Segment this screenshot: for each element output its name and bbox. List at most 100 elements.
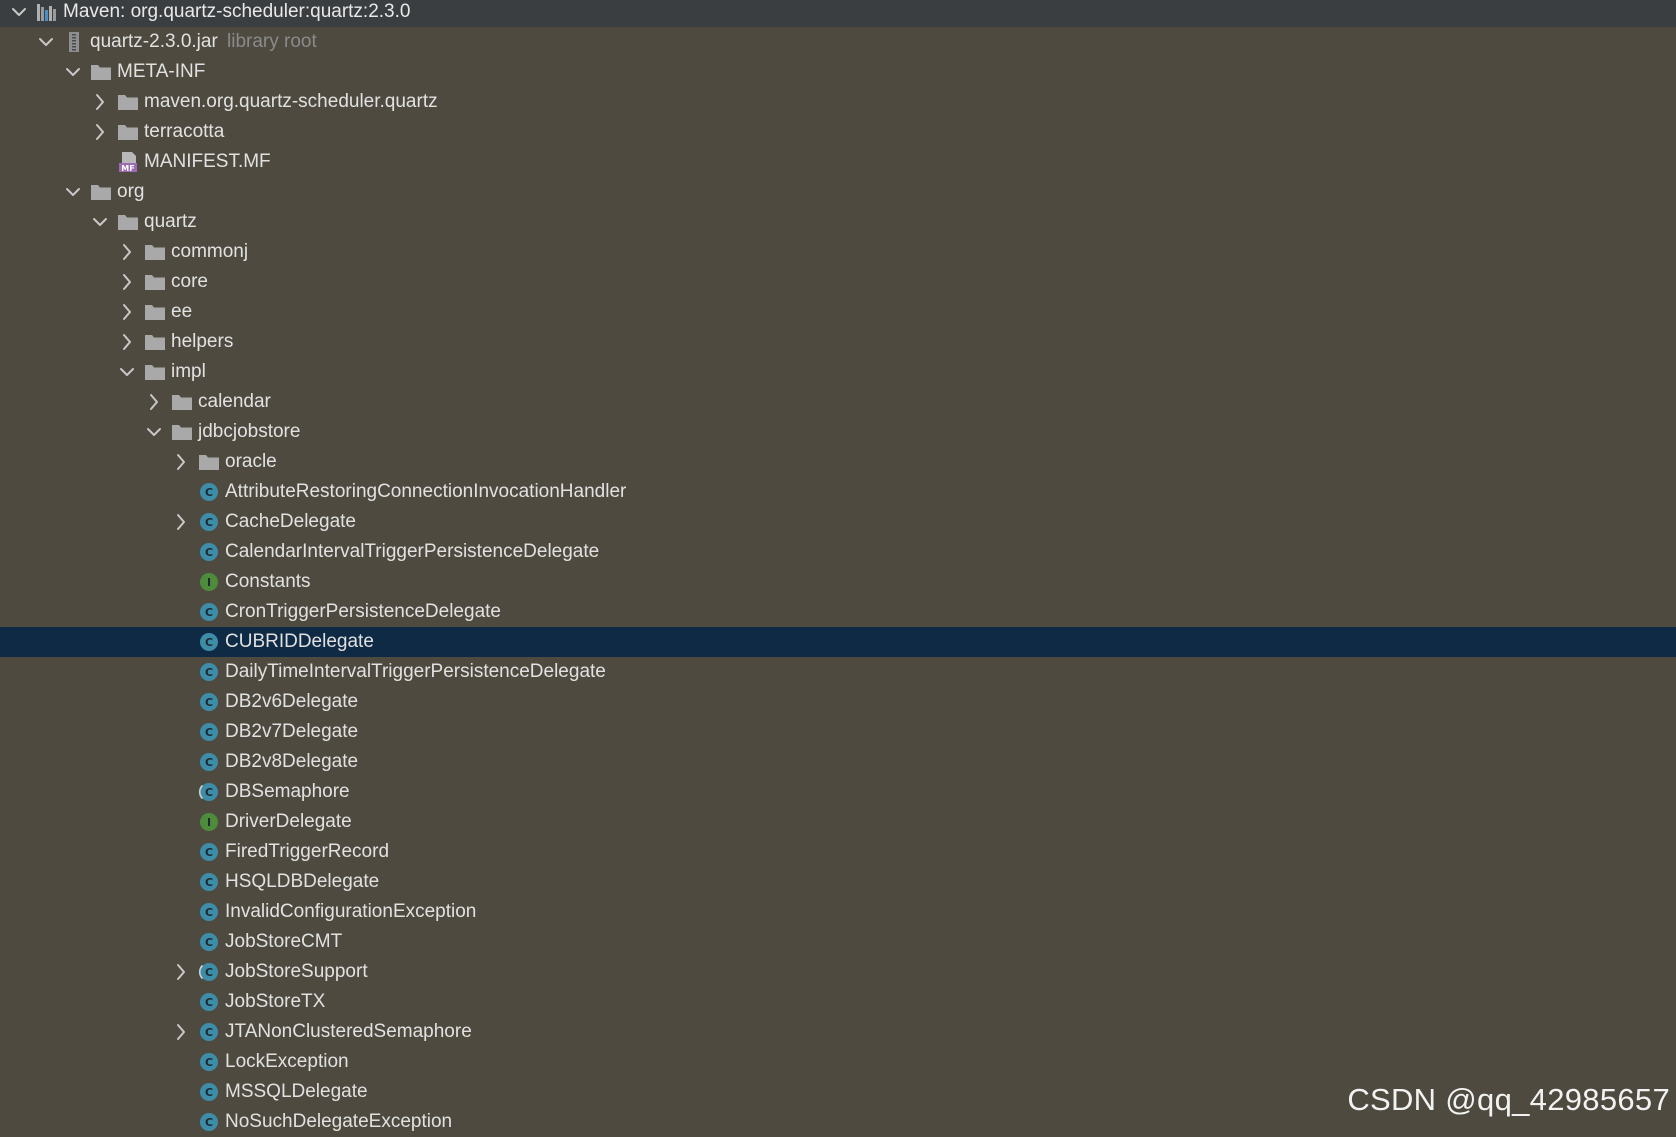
tree-node-label: DB2v6Delegate bbox=[225, 691, 359, 712]
class-icon: C bbox=[198, 841, 220, 863]
tree-node[interactable]: C FiredTriggerRecord bbox=[0, 837, 1676, 867]
class-icon: C bbox=[198, 931, 220, 953]
folder-icon bbox=[144, 361, 166, 383]
chevron-down-icon[interactable] bbox=[143, 417, 165, 447]
svg-text:C: C bbox=[205, 636, 213, 649]
interface-icon: I bbox=[198, 571, 220, 593]
tree-node[interactable]: META-INF bbox=[0, 57, 1676, 87]
svg-text:C: C bbox=[205, 516, 213, 529]
chevron-right-icon[interactable] bbox=[116, 237, 138, 267]
tree-node-label: oracle bbox=[225, 451, 277, 472]
chevron-down-icon[interactable] bbox=[89, 207, 111, 237]
tree-node[interactable]: quartz bbox=[0, 207, 1676, 237]
svg-text:C: C bbox=[205, 876, 213, 889]
tree-node[interactable]: impl bbox=[0, 357, 1676, 387]
tree-node[interactable]: C JTANonClusteredSemaphore bbox=[0, 1017, 1676, 1047]
tree-node-label: CronTriggerPersistenceDelegate bbox=[225, 601, 501, 622]
chevron-right-icon[interactable] bbox=[170, 507, 192, 537]
svg-text:I: I bbox=[207, 816, 211, 829]
tree-node-selected[interactable]: C CUBRIDDelegate bbox=[0, 627, 1676, 657]
tree-node[interactable]: helpers bbox=[0, 327, 1676, 357]
tree-node-label: MANIFEST.MF bbox=[144, 151, 271, 172]
tree-node-label: InvalidConfigurationException bbox=[225, 901, 477, 922]
tree-node[interactable]: C DB2v8Delegate bbox=[0, 747, 1676, 777]
chevron-right-icon[interactable] bbox=[116, 297, 138, 327]
tree-node[interactable]: terracotta bbox=[0, 117, 1676, 147]
tree-node-label: JTANonClusteredSemaphore bbox=[225, 1021, 472, 1042]
chevron-down-icon[interactable] bbox=[62, 57, 84, 87]
tree-node[interactable]: C DBSemaphore bbox=[0, 777, 1676, 807]
chevron-down-icon[interactable] bbox=[62, 177, 84, 207]
manifest-file-icon: MF bbox=[117, 151, 139, 173]
chevron-right-icon[interactable] bbox=[170, 1017, 192, 1047]
tree-node[interactable]: C HSQLDBDelegate bbox=[0, 867, 1676, 897]
tree-node-label: DriverDelegate bbox=[225, 811, 352, 832]
tree-node-label: JobStoreSupport bbox=[225, 961, 368, 982]
tree-node-label: DB2v7Delegate bbox=[225, 721, 359, 742]
tree-node[interactable]: MF MANIFEST.MF bbox=[0, 147, 1676, 177]
svg-text:C: C bbox=[205, 846, 213, 859]
chevron-right-icon[interactable] bbox=[116, 327, 138, 357]
tree-node[interactable]: commonj bbox=[0, 237, 1676, 267]
chevron-right-icon[interactable] bbox=[170, 447, 192, 477]
tree-node[interactable]: maven.org.quartz-scheduler.quartz bbox=[0, 87, 1676, 117]
class-icon: C bbox=[198, 1021, 220, 1043]
tree-node-label: JobStoreTX bbox=[225, 991, 326, 1012]
tree-node[interactable]: jdbcjobstore bbox=[0, 417, 1676, 447]
tree-node-label: META-INF bbox=[117, 61, 206, 82]
svg-text:C: C bbox=[205, 756, 213, 769]
chevron-right-icon[interactable] bbox=[89, 87, 111, 117]
folder-icon bbox=[117, 91, 139, 113]
tree-node[interactable]: oracle bbox=[0, 447, 1676, 477]
svg-text:C: C bbox=[205, 546, 213, 559]
tree-node[interactable]: C JobStoreCMT bbox=[0, 927, 1676, 957]
tree-node[interactable]: org bbox=[0, 177, 1676, 207]
tree-node-label: terracotta bbox=[144, 121, 225, 142]
tree-node[interactable]: ee bbox=[0, 297, 1676, 327]
svg-text:C: C bbox=[205, 666, 213, 679]
class-icon: C bbox=[198, 901, 220, 923]
chevron-down-icon[interactable] bbox=[35, 27, 57, 57]
tree-node[interactable]: calendar bbox=[0, 387, 1676, 417]
class-icon: C bbox=[198, 1051, 220, 1073]
tree-node[interactable]: C JobStoreTX bbox=[0, 987, 1676, 1017]
chevron-right-icon[interactable] bbox=[116, 267, 138, 297]
tree-node[interactable]: C CacheDelegate bbox=[0, 507, 1676, 537]
svg-text:I: I bbox=[207, 576, 211, 589]
class-icon: C bbox=[198, 631, 220, 653]
tree-node[interactable]: core bbox=[0, 267, 1676, 297]
tree-node[interactable]: C CronTriggerPersistenceDelegate bbox=[0, 597, 1676, 627]
tree-node[interactable]: C DB2v7Delegate bbox=[0, 717, 1676, 747]
folder-icon bbox=[117, 211, 139, 233]
tree-node[interactable]: I Constants bbox=[0, 567, 1676, 597]
tree-node[interactable]: C CalendarIntervalTriggerPersistenceDeleg… bbox=[0, 537, 1676, 567]
chevron-down-icon[interactable] bbox=[116, 357, 138, 387]
tree-node[interactable]: C InvalidConfigurationException bbox=[0, 897, 1676, 927]
tree-node-label: commonj bbox=[171, 241, 249, 262]
tree-node[interactable]: quartz-2.3.0.jar library root bbox=[0, 27, 1676, 57]
tree-root-node[interactable]: Maven: org.quartz-scheduler:quartz:2.3.0 bbox=[0, 0, 1676, 27]
class-icon: C bbox=[198, 541, 220, 563]
tree-node-label: quartz bbox=[144, 211, 197, 232]
class-icon: C bbox=[198, 1111, 220, 1133]
tree-node[interactable]: I DriverDelegate bbox=[0, 807, 1676, 837]
tree-node[interactable]: C AttributeRestoringConnectionInvocationH… bbox=[0, 477, 1676, 507]
class-icon: C bbox=[198, 721, 220, 743]
tree-node[interactable]: C DailyTimeIntervalTriggerPersistenceDele… bbox=[0, 657, 1676, 687]
folder-icon bbox=[144, 301, 166, 323]
chevron-right-icon[interactable] bbox=[143, 387, 165, 417]
chevron-right-icon[interactable] bbox=[89, 117, 111, 147]
tree-node-label: core bbox=[171, 271, 208, 292]
class-icon: C bbox=[198, 871, 220, 893]
folder-icon bbox=[117, 121, 139, 143]
chevron-right-icon[interactable] bbox=[170, 957, 192, 987]
svg-text:C: C bbox=[205, 1056, 213, 1069]
tree-node-label: org bbox=[117, 181, 145, 202]
chevron-down-icon[interactable] bbox=[8, 0, 30, 27]
svg-text:C: C bbox=[205, 1116, 213, 1129]
tree-node[interactable]: C LockException bbox=[0, 1047, 1676, 1077]
tree-node[interactable]: C DB2v6Delegate bbox=[0, 687, 1676, 717]
folder-icon bbox=[144, 331, 166, 353]
tree-node[interactable]: C JobStoreSupport bbox=[0, 957, 1676, 987]
svg-text:C: C bbox=[205, 996, 213, 1009]
